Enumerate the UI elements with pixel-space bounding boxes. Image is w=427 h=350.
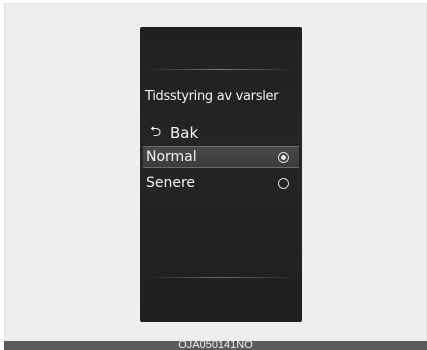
back-arrow-icon: ⮌ bbox=[150, 124, 162, 140]
image-caption: OJA050141NO bbox=[178, 341, 253, 350]
caption-bar: OJA050141NO bbox=[4, 341, 427, 350]
option-label: Senere bbox=[146, 175, 196, 191]
cluster-display: Tidsstyring av varsler ⮌ Bak Normal Sene… bbox=[140, 27, 302, 322]
top-divider bbox=[146, 69, 296, 70]
back-label: Bak bbox=[170, 124, 199, 142]
menu-title: Tidsstyring av varsler bbox=[145, 89, 279, 104]
option-label: Normal bbox=[146, 149, 197, 165]
radio-checked-icon[interactable] bbox=[278, 151, 289, 163]
option-senere[interactable]: Senere bbox=[143, 172, 299, 194]
radio-unchecked-icon[interactable] bbox=[278, 177, 289, 189]
bottom-divider bbox=[146, 277, 296, 278]
back-button[interactable]: ⮌ Bak bbox=[150, 121, 198, 145]
option-normal[interactable]: Normal bbox=[143, 146, 299, 168]
